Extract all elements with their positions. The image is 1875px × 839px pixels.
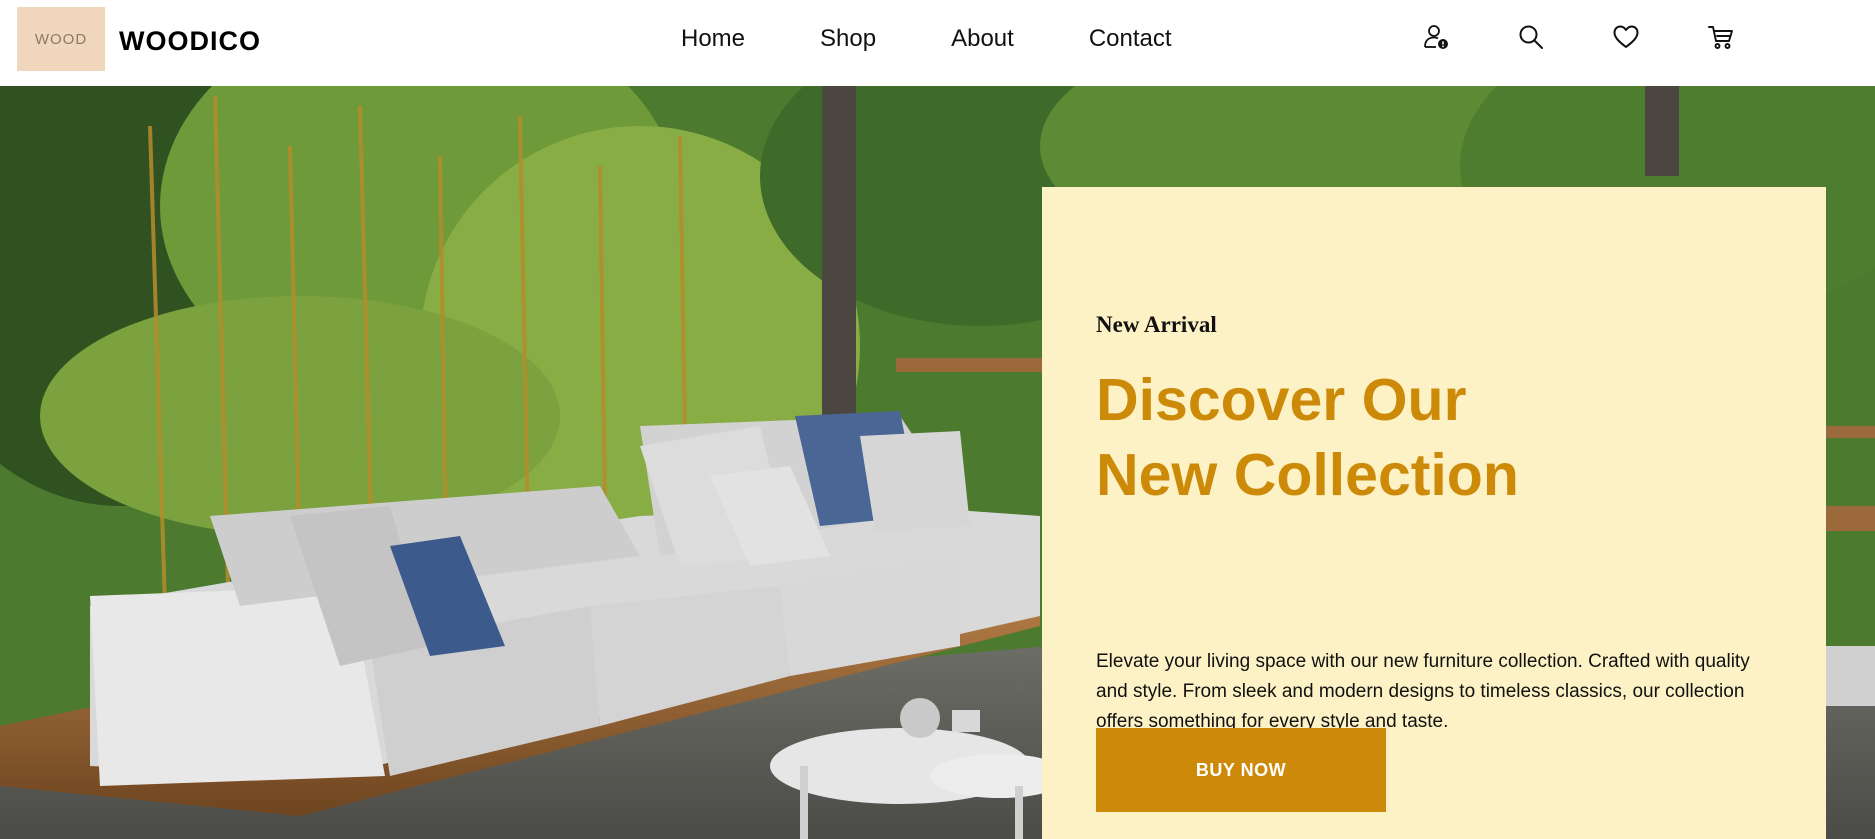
nav-about[interactable]: About (951, 24, 1014, 54)
cart-icon (1708, 26, 1733, 49)
cart-button[interactable] (1705, 21, 1737, 53)
search-button[interactable] (1515, 21, 1547, 53)
heart-icon (1613, 25, 1639, 48)
main-nav: Home Shop About Contact (681, 24, 1172, 54)
nav-shop[interactable]: Shop (820, 24, 876, 54)
logo[interactable]: WOOD (17, 7, 105, 71)
hero-section: New Arrival Discover Our New Collection … (0, 86, 1875, 839)
headline-line-1: Discover Our (1096, 367, 1467, 433)
buy-now-button[interactable]: BUY NOW (1096, 728, 1386, 812)
hero-headline: Discover Our New Collection (1096, 363, 1696, 513)
hero-description: Elevate your living space with our new f… (1096, 651, 1750, 732)
headline-line-2: New Collection (1096, 442, 1519, 508)
wishlist-button[interactable] (1610, 21, 1642, 53)
user-alert-icon (1424, 25, 1448, 49)
brand-name[interactable]: WOODICO (119, 26, 261, 57)
logo-text: WOOD (34, 30, 88, 48)
search-icon (1519, 25, 1543, 49)
account-button[interactable] (1420, 21, 1452, 53)
eyebrow-label: New Arrival (1096, 312, 1217, 337)
nav-contact[interactable]: Contact (1089, 24, 1172, 54)
site-header: WOOD WOODICO Home Shop About Contact (0, 0, 1875, 86)
nav-home[interactable]: Home (681, 24, 745, 54)
header-icons (1420, 21, 1737, 53)
promo-card: New Arrival Discover Our New Collection … (1042, 187, 1826, 839)
